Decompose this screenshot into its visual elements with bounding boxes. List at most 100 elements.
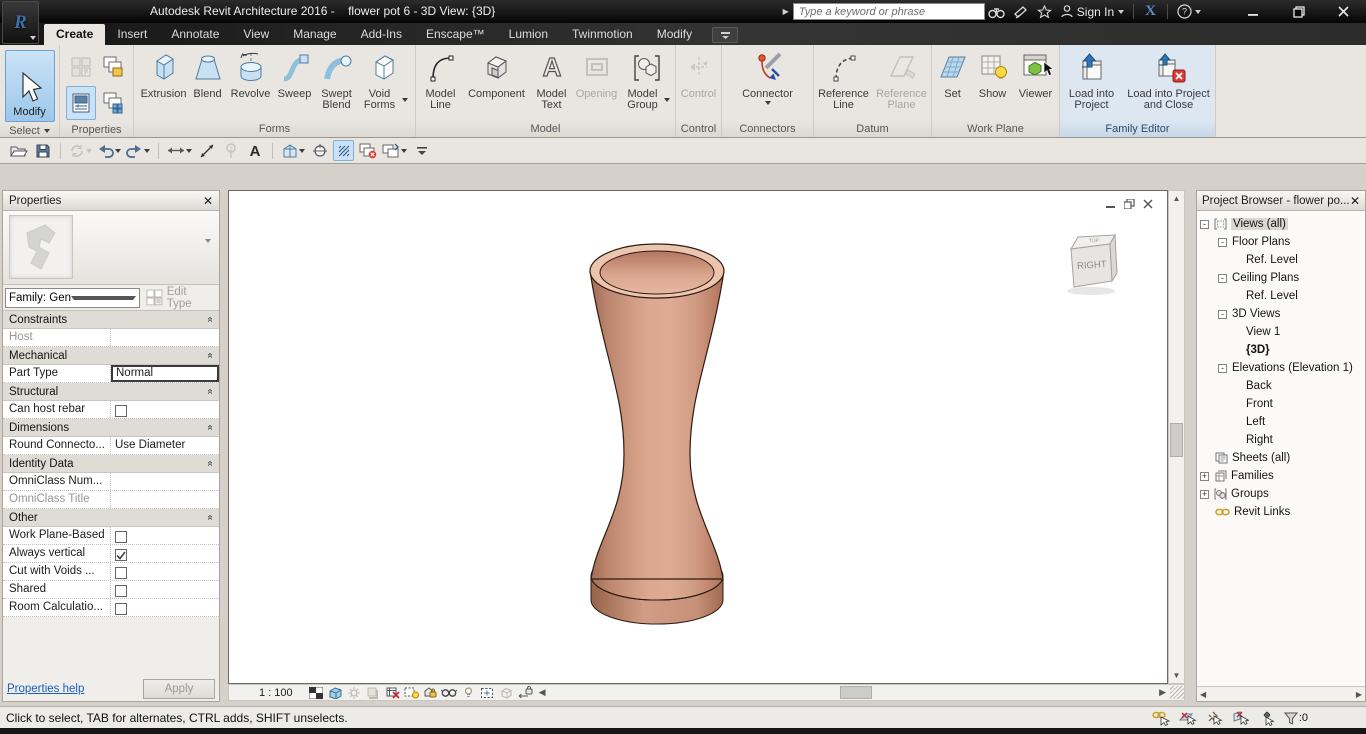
collapse-icon[interactable]: -: [1218, 363, 1227, 373]
can-host-rebar-checkbox[interactable]: [115, 405, 127, 417]
always-vertical-checkbox[interactable]: [115, 549, 127, 561]
properties-title-bar[interactable]: Properties ✕: [3, 191, 219, 211]
tree-item-families[interactable]: + Families: [1197, 467, 1365, 485]
vertical-scroll-thumb[interactable]: [1170, 423, 1183, 457]
close-hidden-windows-icon[interactable]: [357, 140, 378, 161]
omniclass-title-value[interactable]: [111, 491, 219, 508]
show-work-plane-button[interactable]: Show: [972, 48, 1014, 101]
help-button[interactable]: ?: [1173, 4, 1205, 19]
redo-icon[interactable]: [125, 140, 151, 161]
reveal-constraints-icon[interactable]: [516, 685, 535, 700]
app-menu-button[interactable]: R: [2, 1, 39, 44]
preview-dropdown-icon[interactable]: [205, 239, 211, 255]
visual-style-icon[interactable]: [326, 685, 345, 700]
extrusion-button[interactable]: Extrusion: [140, 48, 188, 101]
communication-center-icon[interactable]: [1009, 2, 1033, 21]
viewcube[interactable]: RIGHT TOP: [1061, 229, 1123, 297]
section-structural[interactable]: Structural «: [3, 383, 219, 401]
tree-item-ceiling-plans[interactable]: - Ceiling Plans: [1197, 269, 1365, 287]
switch-windows-icon[interactable]: [381, 140, 408, 161]
collapse-icon[interactable]: -: [1218, 237, 1227, 247]
detail-level-icon[interactable]: [307, 685, 326, 700]
lightbulb-icon[interactable]: [459, 685, 478, 700]
collapse-chevron-icon[interactable]: «: [205, 461, 216, 467]
thin-lines-icon[interactable]: [333, 140, 354, 161]
model-line-button[interactable]: Model Line: [420, 48, 462, 112]
search-input[interactable]: [792, 3, 985, 20]
project-browser-title-bar[interactable]: Project Browser - flower po... ✕: [1197, 191, 1365, 211]
customize-qat-icon[interactable]: [411, 140, 432, 161]
tab-twinmotion[interactable]: Twinmotion: [560, 24, 645, 45]
scroll-right-icon[interactable]: ▶: [1356, 690, 1362, 699]
resize-grip[interactable]: [1170, 686, 1184, 699]
ribbon-collapse-button[interactable]: [712, 27, 739, 43]
model-text-button[interactable]: A Model Text: [532, 48, 572, 112]
default-3d-view-icon[interactable]: [280, 140, 306, 161]
model-group-button[interactable]: Model Group: [622, 48, 672, 112]
measure-icon[interactable]: [166, 140, 193, 161]
view-scale[interactable]: 1 : 100: [259, 687, 293, 699]
select-pinned-icon[interactable]: [1206, 711, 1223, 726]
save-icon[interactable]: [32, 140, 53, 161]
favorites-star-icon[interactable]: [1033, 2, 1057, 21]
scroll-down-icon[interactable]: ▼: [1169, 668, 1184, 683]
revolve-button[interactable]: Revolve: [228, 48, 274, 101]
restore-button[interactable]: [1276, 0, 1321, 23]
select-panel-label[interactable]: Select: [0, 124, 59, 137]
section-dimensions[interactable]: Dimensions «: [3, 419, 219, 437]
sign-in-button[interactable]: Sign In: [1057, 5, 1128, 19]
scroll-right-icon[interactable]: ▶: [1155, 687, 1170, 698]
horizontal-scrollbar[interactable]: [549, 686, 1156, 699]
properties-group-label[interactable]: Properties: [60, 122, 133, 137]
locked-view-icon[interactable]: [421, 685, 440, 700]
search-binoculars-icon[interactable]: [985, 2, 1009, 21]
tree-item-view-1[interactable]: View 1: [1197, 323, 1365, 341]
tab-manage[interactable]: Manage: [281, 24, 348, 45]
family-selector[interactable]: Family: Generic Mode: [5, 287, 140, 308]
view-close-icon[interactable]: [1143, 199, 1153, 209]
crop-view-icon[interactable]: [383, 685, 402, 700]
scroll-left-icon[interactable]: ◀: [1200, 690, 1206, 699]
aligned-dimension-icon[interactable]: [196, 140, 217, 161]
collapse-chevron-icon[interactable]: «: [205, 389, 216, 395]
project-browser-scrollbar[interactable]: ◀ ▶: [1197, 686, 1365, 701]
reference-line-button[interactable]: Reference Line: [815, 48, 873, 112]
toolbar-overflow-icon[interactable]: ▶: [783, 7, 789, 16]
tree-item-ref-level-floor[interactable]: Ref. Level: [1197, 251, 1365, 269]
reveal-hidden-icon[interactable]: [440, 685, 459, 700]
collapse-chevron-icon[interactable]: «: [205, 425, 216, 431]
tree-item-left[interactable]: Left: [1197, 413, 1365, 431]
section-icon[interactable]: [309, 140, 330, 161]
family-types-button[interactable]: [98, 50, 128, 84]
tree-item-front[interactable]: Front: [1197, 395, 1365, 413]
close-icon[interactable]: ✕: [1350, 194, 1360, 208]
section-identity-data[interactable]: Identity Data «: [3, 455, 219, 473]
flower-pot-model[interactable]: [587, 243, 727, 628]
tab-annotate[interactable]: Annotate: [159, 24, 231, 45]
filter-icon[interactable]: :0: [1283, 712, 1308, 725]
horizontal-scroll-thumb[interactable]: [840, 686, 873, 699]
view-restore-icon[interactable]: [1124, 199, 1135, 209]
tree-item-views-all[interactable]: - Views (all): [1197, 215, 1365, 233]
minimize-button[interactable]: [1231, 0, 1276, 23]
open-icon[interactable]: [8, 140, 29, 161]
collapse-icon[interactable]: -: [1218, 309, 1227, 319]
family-category-button[interactable]: [66, 50, 96, 84]
vertical-scrollbar[interactable]: ▲ ▼: [1168, 190, 1185, 684]
modify-button[interactable]: Modify: [4, 50, 55, 122]
select-underlay-icon[interactable]: [1178, 711, 1197, 726]
view-minimize-icon[interactable]: [1106, 199, 1116, 209]
select-links-icon[interactable]: [1152, 711, 1170, 726]
tree-item-floor-plans[interactable]: - Floor Plans: [1197, 233, 1365, 251]
component-button[interactable]: Component: [462, 48, 532, 101]
host-value[interactable]: [111, 329, 219, 346]
set-work-plane-button[interactable]: Set: [934, 48, 972, 101]
void-forms-button[interactable]: Void Forms: [358, 48, 410, 112]
tree-item-groups[interactable]: + Groups: [1197, 485, 1365, 503]
load-into-project-close-button[interactable]: Load into Project and Close: [1123, 48, 1215, 112]
collapse-icon[interactable]: -: [1200, 219, 1209, 229]
tab-add-ins[interactable]: Add-Ins: [349, 24, 414, 45]
tree-item-revit-links[interactable]: Revit Links: [1197, 503, 1365, 521]
type-properties-button[interactable]: [98, 86, 128, 120]
tree-item-3d[interactable]: {3D}: [1197, 341, 1365, 359]
